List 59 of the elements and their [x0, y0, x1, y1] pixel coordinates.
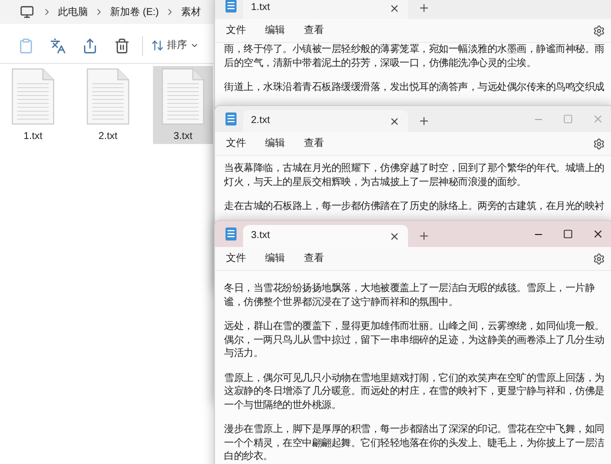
menu-item[interactable]: 文件 [223, 251, 249, 266]
menu-item[interactable]: 查看 [301, 136, 327, 151]
maximize-icon [563, 229, 573, 239]
trash-icon [114, 38, 130, 54]
paragraph: 远处，群山在雪的覆盖下，显得更加雄伟而壮丽。山峰之间，云雾缭绕，如同仙境一般。 偶尔，一两只鸟儿从雪中掠过，留下一串串细碎的足迹，为这静美的画卷添上了几分生动 与活力。 [224, 320, 606, 360]
paragraph: 走在古城的石板路上，每一步都仿佛踏在了历史的脉络上。两旁的古建筑，在月光的映衬 [224, 200, 606, 214]
breadcrumb-item[interactable]: 素材 [178, 4, 203, 20]
paragraph: 雪原上，偶尔可见几只小动物在雪地里嬉戏打闹，它们的欢笑声在空旷的雪原上回荡，为 这寂静的冬日增添了几分暖意。而远处的村庄，在雪的映衬下，更显宁静与祥和，仿佛是 一个与世隔绝的世外桃源。 [224, 372, 606, 412]
notepad-icon [225, 227, 237, 241]
settings-icon[interactable] [593, 24, 605, 36]
file-name: 3.txt [174, 130, 192, 144]
close-icon [592, 113, 604, 125]
file-item[interactable]: 2.txt [78, 66, 138, 144]
paragraph: 冬日，当雪花纷纷扬扬地飘落，大地被覆盖上了一层洁白无暇的绒毯。雪原上，一片静 谧，仿佛整个世界都沉浸在了这宁静而祥和的氛围中。 [224, 282, 596, 309]
file-name: 2.txt [98, 130, 118, 144]
tab-title: 3.txt [251, 230, 270, 242]
computer-icon [20, 5, 34, 19]
tab[interactable]: 1.txt [243, 0, 408, 19]
breadcrumb-item[interactable]: 新加卷 (E:) [108, 4, 161, 20]
menu-item[interactable]: 编辑 [262, 136, 288, 151]
paragraph: 雨，终于停了。小镇被一层轻纱般的薄雾笼罩，宛如一幅淡雅的水墨画，静谧而神秘。雨 后的空气，清新中带着泥土的芬芳，深吸一口，仿佛能洗净心灵的尘埃。 [224, 43, 606, 70]
text-file-icon [86, 68, 130, 125]
file-item[interactable]: 1.txt [3, 66, 63, 144]
close-tab-icon[interactable] [389, 230, 400, 242]
paragraph: 漫步在雪原上，脚下是厚厚的积雪，每一步都踏出了深深的印记。雪花在空中飞舞，如同 一个个精灵，在空中翩翩起舞。它们轻轻地落在你的头发上、睫毛上，为你披上了一层洁 白的纱衣。 [224, 423, 606, 464]
sort-button[interactable]: 排序 [151, 38, 199, 53]
new-tab-icon[interactable] [418, 115, 430, 127]
menu-item[interactable]: 文件 [223, 136, 249, 151]
text-file-icon [11, 68, 55, 125]
menu-item[interactable]: 查看 [301, 23, 327, 38]
menu-item[interactable]: 文件 [223, 23, 249, 38]
tab-title: 2.txt [251, 115, 270, 127]
new-tab-icon[interactable] [418, 230, 430, 242]
file-item[interactable]: 3.txt [153, 66, 213, 144]
close-tab-icon[interactable] [389, 116, 400, 126]
sort-icon [151, 39, 164, 52]
paragraph: 当夜幕降临，古城在月光的照耀下，仿佛穿越了时空，回到了那个繁华的年代。城墙上的 灯火，与天上的星辰交相辉映，为古城披上了一层神秘而浪漫的面纱。 [224, 162, 606, 189]
close-tab-icon[interactable] [389, 2, 400, 14]
tab[interactable]: 3.txt [243, 225, 408, 247]
menu-item[interactable]: 查看 [301, 251, 327, 266]
translate-icon [50, 38, 66, 54]
settings-icon[interactable] [593, 252, 605, 264]
new-tab-icon[interactable] [418, 2, 430, 14]
menu-item[interactable]: 编辑 [262, 23, 288, 38]
clipboard-icon [18, 38, 34, 54]
tab-title: 1.txt [251, 2, 270, 14]
chevron-down-icon [190, 41, 199, 50]
tab[interactable]: 2.txt [243, 110, 408, 132]
breadcrumb-item[interactable]: 此电脑 [56, 4, 90, 20]
file-name: 1.txt [24, 130, 42, 144]
maximize-icon [563, 114, 573, 124]
settings-icon[interactable] [593, 138, 605, 150]
paragraph: 街道上，水珠沿着青石板路缓缓滑落，发出悦耳的滴答声，与远处偶尔传来的鸟鸣交织成 [224, 81, 606, 94]
notepad-icon [225, 112, 237, 126]
share-icon [82, 38, 98, 54]
notepad-icon [225, 0, 237, 13]
text-file-icon [161, 68, 205, 125]
close-icon [592, 228, 604, 240]
menu-item[interactable]: 编辑 [262, 251, 288, 266]
